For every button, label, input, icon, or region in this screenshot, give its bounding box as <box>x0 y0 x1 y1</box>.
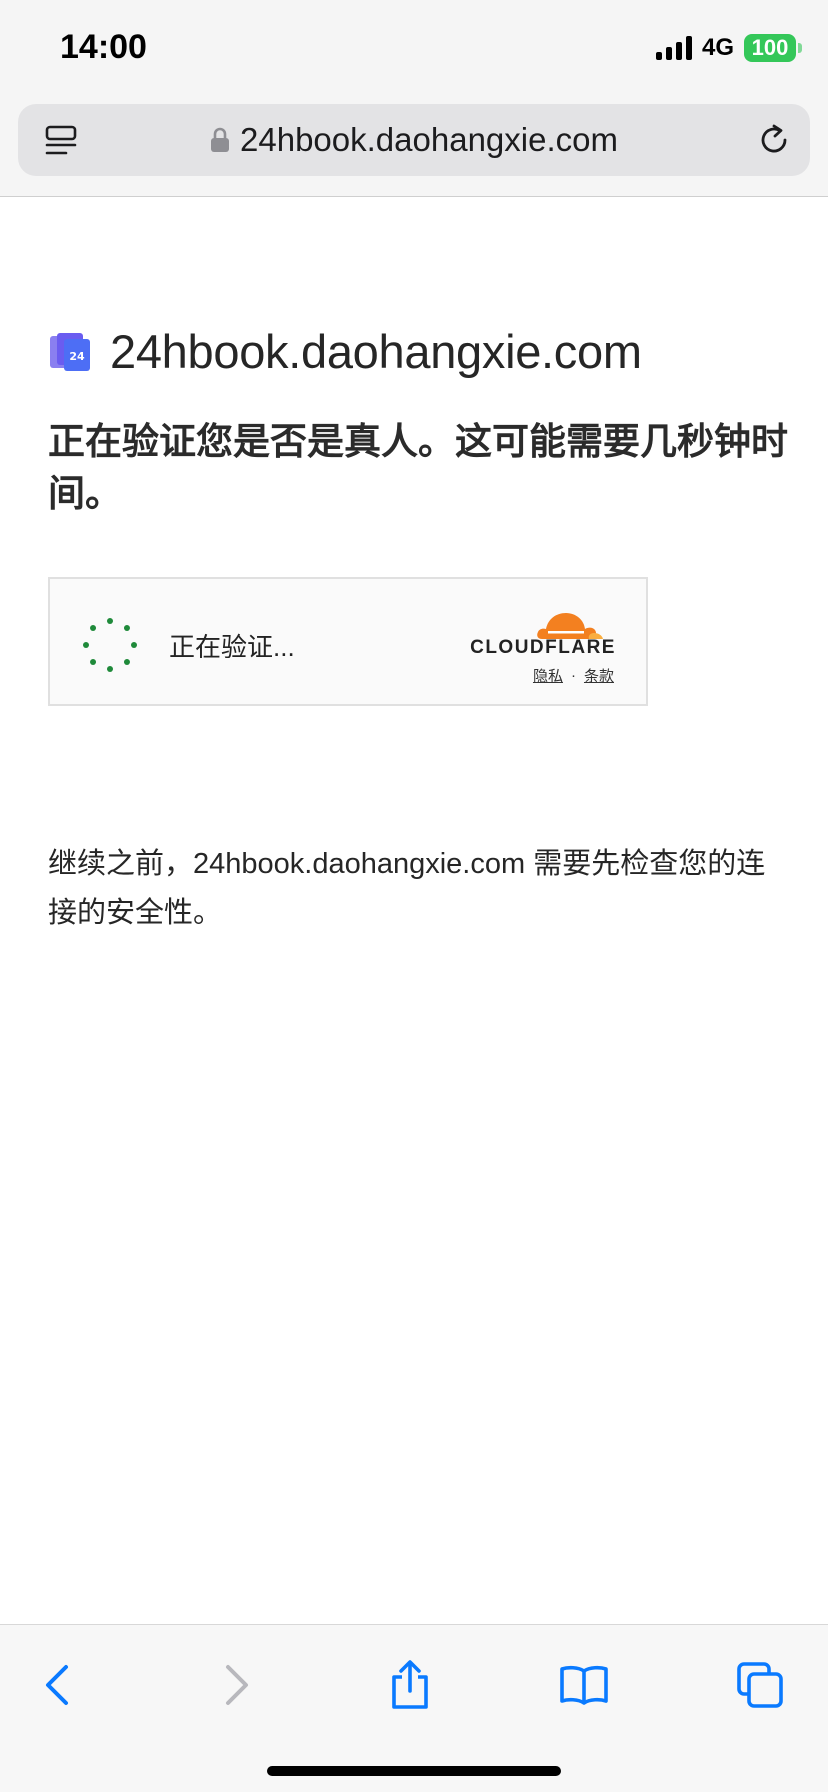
loading-spinner-icon <box>83 618 137 672</box>
address-bar[interactable]: 24hbook.daohangxie.com <box>18 104 810 176</box>
status-bar: 14:00 4G 100 <box>0 0 828 100</box>
browser-address-area: 24hbook.daohangxie.com <box>0 100 828 197</box>
url-display[interactable]: 24hbook.daohangxie.com <box>18 104 810 176</box>
url-text: 24hbook.daohangxie.com <box>240 121 618 158</box>
challenge-widget[interactable]: 正在验证... CLOUDFLARE 隐私 · 条款 <box>48 577 648 706</box>
spinner-dot <box>83 642 89 648</box>
bookmarks-button[interactable] <box>554 1655 614 1715</box>
status-indicators: 4G 100 <box>655 34 802 62</box>
privacy-link[interactable]: 隐私 <box>533 665 563 686</box>
lock-icon <box>211 127 230 152</box>
svg-text:24: 24 <box>69 350 85 363</box>
spinner-dot <box>123 625 130 632</box>
link-separator: · <box>570 667 576 684</box>
spinner-dot <box>107 618 113 624</box>
terms-link[interactable]: 条款 <box>584 665 614 686</box>
signal-strength-icon <box>655 36 692 60</box>
verifying-text: 正在验证... <box>169 632 295 662</box>
spinner-dot <box>123 658 130 665</box>
tabs-icon <box>737 1662 783 1708</box>
forward-button[interactable] <box>206 1655 266 1715</box>
back-button[interactable] <box>28 1655 88 1715</box>
spinner-dot <box>131 642 137 648</box>
page-headline: 正在验证您是否是真人。这可能需要几秒钟时间。 <box>48 421 788 514</box>
battery-icon: 100 <box>744 34 802 62</box>
security-check-note: 继续之前，24hbook.daohangxie.com 需要先检查您的连接的安全… <box>48 848 766 929</box>
site-logo-icon: 24 <box>50 332 90 371</box>
status-time: 14:00 <box>60 28 147 66</box>
share-button[interactable] <box>380 1655 440 1715</box>
cloudflare-brand: CLOUDFLARE <box>470 637 616 658</box>
share-icon <box>392 1660 428 1709</box>
site-domain: 24hbook.daohangxie.com <box>110 325 642 378</box>
back-icon <box>46 1665 68 1705</box>
home-indicator[interactable] <box>267 1766 561 1776</box>
network-type: 4G <box>701 34 734 61</box>
cloudflare-cloud-icon <box>537 613 603 639</box>
spinner-dot <box>90 625 97 632</box>
tabs-button[interactable] <box>730 1655 790 1715</box>
spinner-dot <box>90 658 97 665</box>
spinner-dot <box>107 666 113 672</box>
cloudflare-links: 隐私 · 条款 <box>533 665 614 686</box>
bookmarks-icon <box>560 1665 608 1705</box>
reload-icon[interactable] <box>756 122 792 158</box>
site-header: 24 24hbook.daohangxie.com <box>48 324 642 379</box>
forward-icon <box>226 1665 248 1705</box>
